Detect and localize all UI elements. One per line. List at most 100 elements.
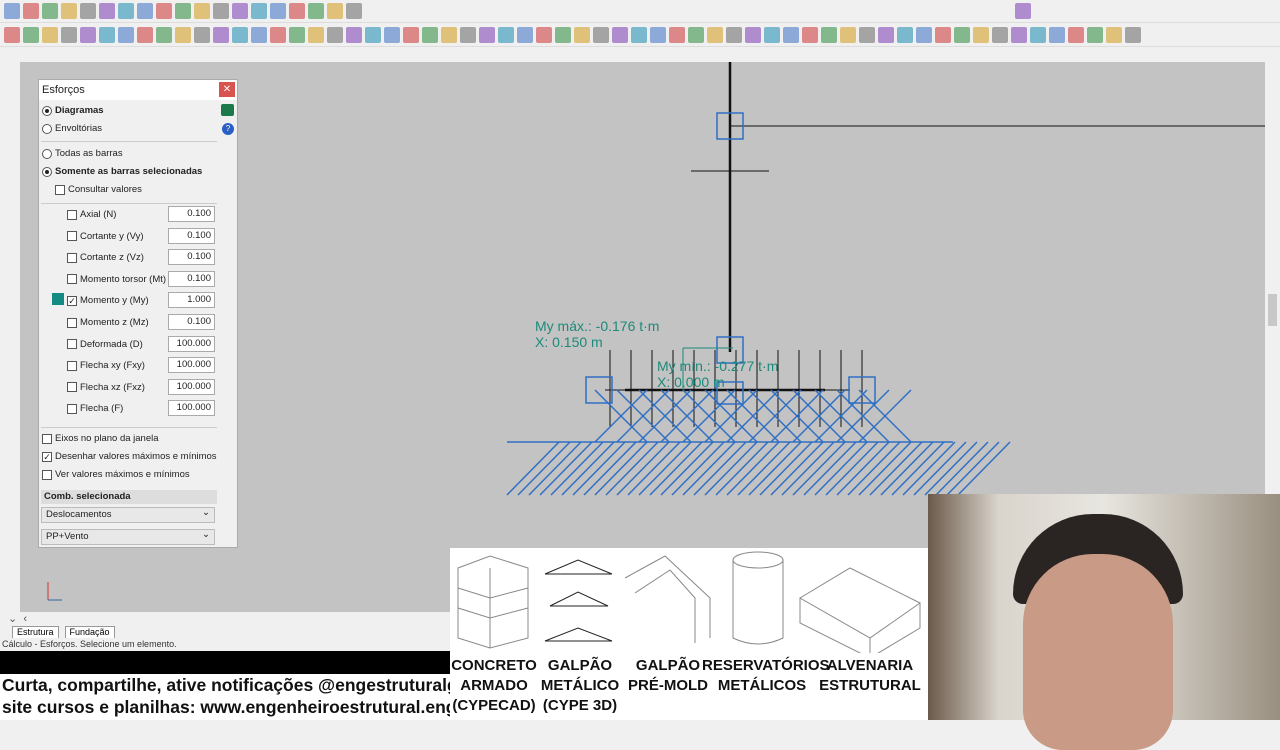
- checkbox-item[interactable]: Momento torsor (Mt): [67, 274, 166, 285]
- measure-icon[interactable]: [232, 3, 248, 19]
- save-icon[interactable]: [536, 27, 552, 43]
- undo-icon[interactable]: [308, 3, 324, 19]
- copy-icon[interactable]: [156, 3, 172, 19]
- zoom-icon[interactable]: [346, 3, 362, 19]
- checkbox-ver[interactable]: Ver valores máximos e mínimos: [42, 469, 190, 480]
- copy-icon[interactable]: [156, 27, 172, 43]
- rotate-icon[interactable]: [707, 27, 723, 43]
- checkbox-item[interactable]: Cortante y (Vy): [67, 231, 144, 242]
- zoom-icon[interactable]: [80, 3, 96, 19]
- select-icon[interactable]: [118, 27, 134, 43]
- select-icon[interactable]: [650, 27, 666, 43]
- scale-input[interactable]: 100.000: [168, 357, 215, 374]
- checkbox-item[interactable]: Deformada (D): [67, 339, 143, 350]
- pan-icon[interactable]: [99, 3, 115, 19]
- rotate-icon[interactable]: [441, 27, 457, 43]
- save-icon[interactable]: [4, 27, 20, 43]
- radio-somente-selecionadas[interactable]: Somente as barras selecionadas: [42, 166, 202, 177]
- move-icon[interactable]: [935, 27, 951, 43]
- scale-input[interactable]: 0.100: [168, 249, 215, 266]
- checkbox-item[interactable]: Axial (N): [67, 209, 116, 220]
- snap-icon[interactable]: [745, 27, 761, 43]
- scale-input[interactable]: 0.100: [168, 206, 215, 222]
- print-icon[interactable]: [555, 27, 571, 43]
- redo-icon[interactable]: [61, 27, 77, 43]
- grid-icon[interactable]: [992, 27, 1008, 43]
- comb-select-1[interactable]: Deslocamentos: [41, 506, 215, 523]
- checkbox-item[interactable]: Flecha (F): [67, 403, 123, 414]
- grid-icon[interactable]: [460, 27, 476, 43]
- grid-icon[interactable]: [726, 27, 742, 43]
- copy-icon[interactable]: [954, 27, 970, 43]
- checkbox-item[interactable]: Flecha xy (Fxy): [67, 360, 145, 371]
- horizontal-scroll[interactable]: ⌄ ‹: [0, 612, 450, 626]
- save-icon[interactable]: [802, 27, 818, 43]
- comb-select-2[interactable]: PP+Vento: [41, 528, 215, 545]
- rotate-icon[interactable]: [175, 3, 191, 19]
- zoom-icon[interactable]: [80, 27, 96, 43]
- book-icon[interactable]: [221, 104, 234, 116]
- redo-icon[interactable]: [327, 27, 343, 43]
- pan-icon[interactable]: [99, 27, 115, 43]
- select-icon[interactable]: [384, 27, 400, 43]
- print-icon[interactable]: [821, 27, 837, 43]
- scale-input[interactable]: 100.000: [168, 378, 215, 395]
- print-icon[interactable]: [23, 27, 39, 43]
- checkbox-item[interactable]: Momento z (Mz): [67, 317, 149, 328]
- measure-icon[interactable]: [232, 27, 248, 43]
- pan-icon[interactable]: [631, 27, 647, 43]
- scale-input[interactable]: 100.000: [168, 400, 215, 417]
- scale-input[interactable]: 0.100: [168, 314, 215, 330]
- copy-icon[interactable]: [422, 27, 438, 43]
- snap-icon[interactable]: [1011, 27, 1027, 43]
- save-icon[interactable]: [4, 3, 20, 19]
- scale-input[interactable]: 0.100: [168, 270, 215, 287]
- close-button[interactable]: ✕: [219, 82, 235, 97]
- snap-icon[interactable]: [479, 27, 495, 43]
- snap-icon[interactable]: [213, 27, 229, 43]
- undo-icon[interactable]: [308, 27, 324, 43]
- print-icon[interactable]: [23, 3, 39, 19]
- redo-icon[interactable]: [859, 27, 875, 43]
- grid-icon[interactable]: [194, 3, 210, 19]
- move-icon[interactable]: [137, 27, 153, 43]
- snap-icon[interactable]: [213, 3, 229, 19]
- pan-icon[interactable]: [1015, 3, 1031, 19]
- undo-icon[interactable]: [42, 3, 58, 19]
- checkbox-item[interactable]: ✓ Momento y (My): [67, 295, 149, 306]
- checkbox-item[interactable]: Flecha xz (Fxz): [67, 382, 145, 393]
- save-icon[interactable]: [1068, 27, 1084, 43]
- rotate-icon[interactable]: [973, 27, 989, 43]
- radio-diagramas[interactable]: Diagramas: [42, 105, 104, 116]
- select-icon[interactable]: [916, 27, 932, 43]
- tab-estrutura[interactable]: Estrutura: [12, 626, 59, 638]
- undo-icon[interactable]: [840, 27, 856, 43]
- redo-icon[interactable]: [327, 3, 343, 19]
- redo-icon[interactable]: [1125, 27, 1141, 43]
- print-icon[interactable]: [289, 27, 305, 43]
- pan-icon[interactable]: [365, 27, 381, 43]
- undo-icon[interactable]: [1106, 27, 1122, 43]
- pan-icon[interactable]: [897, 27, 913, 43]
- scale-input[interactable]: 100.000: [168, 335, 215, 352]
- save-icon[interactable]: [270, 3, 286, 19]
- move-icon[interactable]: [137, 3, 153, 19]
- zoom-icon[interactable]: [612, 27, 628, 43]
- redo-icon[interactable]: [593, 27, 609, 43]
- copy-icon[interactable]: [688, 27, 704, 43]
- view-3d-icon[interactable]: [783, 27, 799, 43]
- measure-icon[interactable]: [764, 27, 780, 43]
- radio-todas-barras[interactable]: Todas as barras: [42, 148, 123, 159]
- measure-icon[interactable]: [1030, 27, 1046, 43]
- view-3d-icon[interactable]: [251, 27, 267, 43]
- view-3d-icon[interactable]: [1049, 27, 1065, 43]
- select-icon[interactable]: [118, 3, 134, 19]
- tab-fundacao[interactable]: Fundação: [64, 626, 115, 638]
- undo-icon[interactable]: [574, 27, 590, 43]
- scroll-thumb[interactable]: [1268, 294, 1277, 326]
- measure-icon[interactable]: [498, 27, 514, 43]
- zoom-icon[interactable]: [878, 27, 894, 43]
- grid-icon[interactable]: [194, 27, 210, 43]
- print-icon[interactable]: [289, 3, 305, 19]
- zoom-icon[interactable]: [346, 27, 362, 43]
